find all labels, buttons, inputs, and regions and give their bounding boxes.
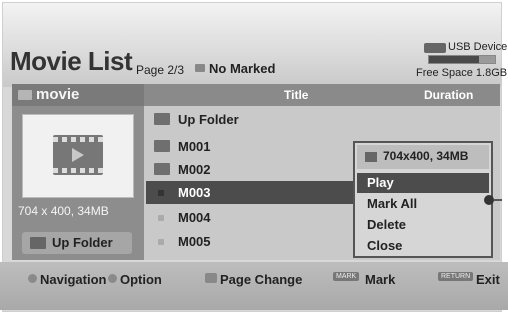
column-duration: Duration bbox=[424, 88, 474, 102]
menu-item-play[interactable]: Play bbox=[357, 173, 489, 193]
folder-icon bbox=[154, 140, 170, 152]
film-icon bbox=[53, 135, 103, 175]
pointer-callout-line bbox=[494, 199, 502, 201]
usb-capacity-bar bbox=[428, 55, 496, 64]
list-item[interactable]: Up Folder bbox=[146, 108, 486, 131]
menu-item-close[interactable]: Close bbox=[357, 236, 489, 256]
column-title: Title bbox=[284, 88, 309, 102]
film-strip-bottom bbox=[53, 168, 103, 173]
film-strip-top bbox=[53, 137, 103, 142]
menu-item-label: Play bbox=[367, 175, 394, 190]
play-icon bbox=[72, 148, 84, 162]
top-band bbox=[3, 3, 501, 39]
movie-file-icon bbox=[365, 152, 377, 162]
list-item-label: M003 bbox=[178, 185, 211, 200]
menu-item-mark-all[interactable]: Mark All bbox=[357, 194, 489, 214]
mark-icon bbox=[195, 64, 205, 72]
list-header: Title Duration bbox=[144, 84, 500, 106]
popup-info-label: 704x400, 34MB bbox=[383, 149, 469, 163]
menu-item-delete[interactable]: Delete bbox=[357, 215, 489, 235]
movie-file-icon bbox=[158, 190, 164, 196]
free-space-label: Free Space 1.8GB bbox=[416, 67, 508, 79]
mark-status: No Marked bbox=[209, 61, 276, 76]
list-item-label: M005 bbox=[178, 234, 211, 249]
menu-item-label: Delete bbox=[367, 217, 407, 232]
movie-file-icon bbox=[158, 215, 164, 221]
usb-device-label: USB Device bbox=[448, 41, 508, 53]
up-folder-button[interactable]: Up Folder bbox=[22, 232, 132, 254]
page-indicator: Page 2/3 bbox=[136, 63, 185, 77]
preview-header: movie bbox=[12, 84, 144, 106]
movie-file-icon bbox=[158, 239, 164, 245]
usb-icon bbox=[424, 43, 446, 53]
movie-thumbnail bbox=[22, 114, 134, 198]
footer-option[interactable]: Option bbox=[120, 272, 162, 287]
popup-file-info: 704x400, 34MB bbox=[357, 145, 489, 169]
resolution-info: 704 x 400, 34MB bbox=[18, 204, 109, 218]
footer-mark[interactable]: Mark bbox=[365, 272, 395, 287]
option-icon bbox=[108, 274, 117, 283]
menu-item-label: Mark All bbox=[367, 196, 418, 211]
folder-icon bbox=[18, 90, 32, 100]
page-title: Movie List bbox=[10, 46, 133, 76]
list-item-label: M002 bbox=[178, 162, 211, 177]
folder-icon bbox=[154, 163, 170, 175]
footer-navigation[interactable]: Navigation bbox=[40, 272, 106, 287]
footer-exit[interactable]: Exit bbox=[476, 272, 500, 287]
usb-capacity-fill bbox=[429, 56, 479, 63]
return-key-icon: RETURN bbox=[438, 272, 474, 281]
option-popup-menu: 704x400, 34MB Play Mark All Delete Close bbox=[353, 141, 493, 258]
mark-key-icon: MARK bbox=[333, 272, 360, 281]
list-item-label: Up Folder bbox=[178, 112, 239, 127]
current-folder-name: movie bbox=[36, 86, 80, 103]
footer-page-change[interactable]: Page Change bbox=[220, 272, 302, 287]
folder-up-icon bbox=[154, 113, 170, 125]
list-item-label: M004 bbox=[178, 210, 211, 225]
list-item-label: M001 bbox=[178, 139, 211, 154]
navigation-icon bbox=[28, 274, 37, 283]
up-folder-button-label: Up Folder bbox=[52, 235, 113, 250]
pointer-callout-dot bbox=[484, 195, 494, 205]
preview-panel: movie 704 x 400, 34MB Up Folder bbox=[12, 84, 144, 260]
menu-item-label: Close bbox=[367, 238, 403, 253]
page-change-icon bbox=[205, 273, 217, 283]
folder-up-icon bbox=[30, 237, 46, 249]
